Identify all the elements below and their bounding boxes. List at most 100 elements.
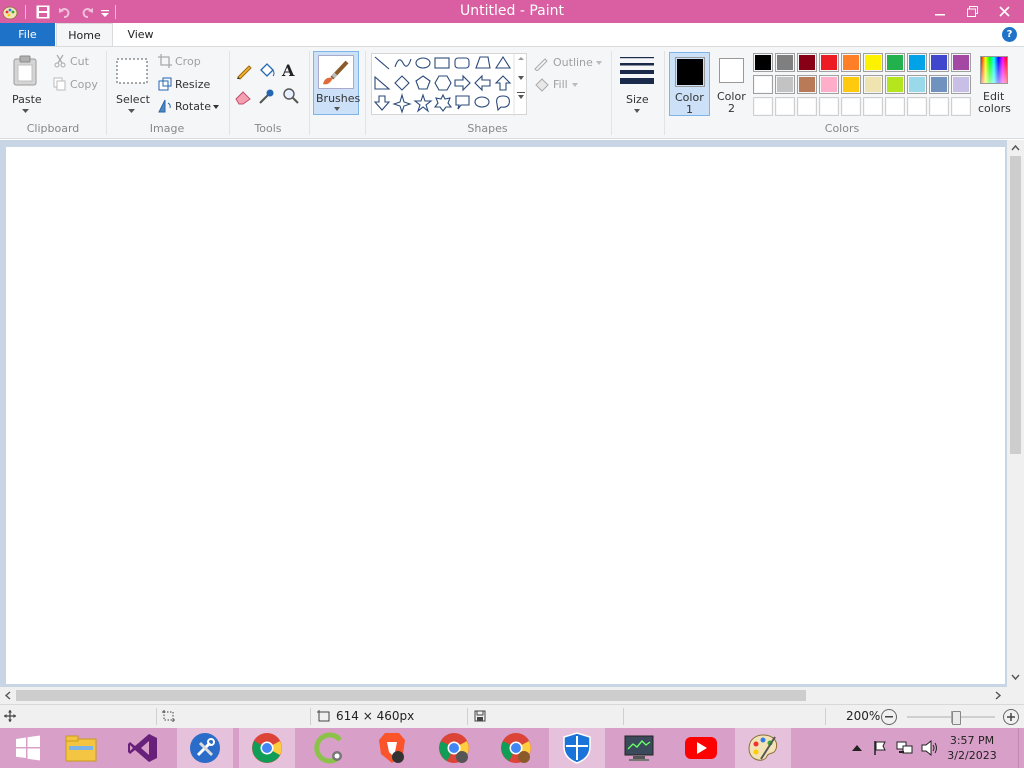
size-button[interactable]: Size [616, 51, 658, 119]
pencil-button[interactable] [235, 62, 253, 80]
palette-swatch[interactable] [753, 75, 773, 94]
color-picker-button[interactable] [258, 87, 276, 105]
paste-label: Paste [12, 93, 42, 106]
show-desktop-button[interactable] [1018, 728, 1024, 768]
palette-swatch[interactable] [753, 53, 773, 72]
palette-swatch[interactable] [885, 53, 905, 72]
palette-swatch[interactable] [841, 75, 861, 94]
tray-network[interactable] [895, 728, 915, 768]
taskbar-brave[interactable] [364, 728, 420, 768]
tab-file[interactable]: File [0, 23, 55, 46]
palette-swatch[interactable] [775, 97, 795, 116]
taskbar-clock[interactable]: 3:57 PM 3/2/2023 [942, 733, 1002, 763]
palette-swatch[interactable] [797, 75, 817, 94]
color2-number: 2 [728, 102, 735, 115]
fill-dropdown-button[interactable]: Fill [532, 76, 592, 94]
zoom-slider-thumb[interactable] [952, 711, 961, 725]
palette-swatch[interactable] [797, 53, 817, 72]
taskbar-paint[interactable] [735, 728, 791, 768]
rotate-button[interactable]: Rotate [157, 98, 223, 116]
tab-view[interactable]: View [113, 23, 168, 46]
color1-button[interactable]: Color 1 [669, 52, 710, 116]
taskbar-visual-studio[interactable] [115, 728, 171, 768]
fill-label: Fill [553, 78, 568, 91]
palette-swatch[interactable] [929, 53, 949, 72]
taskbar-ccleaner[interactable] [302, 728, 358, 768]
select-button[interactable]: Select [112, 51, 152, 119]
horizontal-scrollbar[interactable] [0, 687, 1007, 704]
palette-swatch[interactable] [951, 97, 971, 116]
zoom-out-button[interactable] [881, 709, 897, 725]
brushes-button[interactable]: Brushes [313, 51, 360, 115]
palette-swatch[interactable] [819, 97, 839, 116]
flag-icon [874, 741, 886, 755]
drawing-canvas[interactable] [6, 147, 1005, 684]
palette-swatch[interactable] [775, 53, 795, 72]
taskbar-chrome[interactable] [239, 728, 295, 768]
palette-swatch[interactable] [841, 97, 861, 116]
restore-icon [966, 6, 978, 17]
palette-swatch[interactable] [885, 97, 905, 116]
taskbar-tools-app[interactable] [177, 728, 233, 768]
palette-swatch[interactable] [841, 53, 861, 72]
palette-swatch[interactable] [775, 75, 795, 94]
taskbar-chrome-profile-2[interactable] [426, 728, 482, 768]
palette-swatch[interactable] [863, 97, 883, 116]
text-button[interactable]: A [282, 61, 300, 81]
palette-swatch[interactable] [863, 53, 883, 72]
shapes-gallery[interactable] [371, 53, 527, 116]
shapes-icon-grid [373, 54, 525, 116]
close-button[interactable] [989, 0, 1019, 23]
scroll-down-icon [1011, 674, 1020, 681]
outline-button[interactable]: Outline [532, 54, 606, 72]
palette-swatch[interactable] [929, 97, 949, 116]
palette-swatch[interactable] [951, 75, 971, 94]
crop-button[interactable]: Crop [157, 53, 207, 71]
edit-colors-button[interactable]: Edit colors [976, 52, 1012, 116]
resize-button[interactable]: Resize [157, 76, 215, 94]
eraser-button[interactable] [235, 87, 253, 105]
color2-swatch [719, 58, 744, 83]
vertical-scroll-thumb[interactable] [1010, 156, 1021, 454]
minimize-button[interactable] [925, 0, 955, 23]
taskbar-file-explorer[interactable] [53, 728, 109, 768]
eraser-icon [235, 91, 251, 105]
palette-swatch[interactable] [863, 75, 883, 94]
horizontal-scroll-thumb[interactable] [16, 690, 806, 701]
line-size-icon [620, 57, 654, 84]
tray-action-center-flag[interactable] [871, 728, 889, 768]
copy-button[interactable]: Copy [52, 76, 102, 94]
crop-label: Crop [175, 55, 201, 68]
tray-volume[interactable] [920, 728, 940, 768]
taskbar-youtube[interactable] [673, 728, 729, 768]
fill-button[interactable] [258, 62, 276, 80]
color2-button[interactable]: Color 2 [712, 52, 752, 116]
chevron-down-icon [128, 109, 135, 113]
show-hidden-icons-button[interactable] [850, 728, 864, 768]
magnifier-button[interactable] [282, 87, 300, 105]
taskbar-chrome-profile-3[interactable] [488, 728, 544, 768]
palette-swatch[interactable] [885, 75, 905, 94]
start-button[interactable] [0, 728, 56, 768]
palette-swatch[interactable] [797, 97, 817, 116]
zoom-slider[interactable] [907, 711, 997, 725]
tab-home[interactable]: Home [56, 23, 113, 47]
restore-button[interactable] [957, 0, 987, 23]
palette-swatch[interactable] [929, 75, 949, 94]
network-icon [896, 741, 913, 754]
taskbar-system-monitor[interactable] [611, 728, 667, 768]
palette-swatch[interactable] [907, 97, 927, 116]
palette-swatch[interactable] [907, 53, 927, 72]
palette-swatch[interactable] [753, 97, 773, 116]
palette-swatch[interactable] [907, 75, 927, 94]
palette-swatch[interactable] [819, 53, 839, 72]
vertical-scrollbar[interactable] [1007, 140, 1024, 687]
select-rectangle-icon [116, 58, 148, 84]
cut-button[interactable]: Cut [52, 53, 100, 71]
paste-button[interactable]: Paste [6, 51, 46, 119]
palette-swatch[interactable] [951, 53, 971, 72]
palette-swatch[interactable] [819, 75, 839, 94]
help-button[interactable]: ? [1002, 27, 1017, 42]
zoom-in-button[interactable] [1003, 709, 1019, 725]
taskbar-windows-defender[interactable] [549, 728, 605, 768]
